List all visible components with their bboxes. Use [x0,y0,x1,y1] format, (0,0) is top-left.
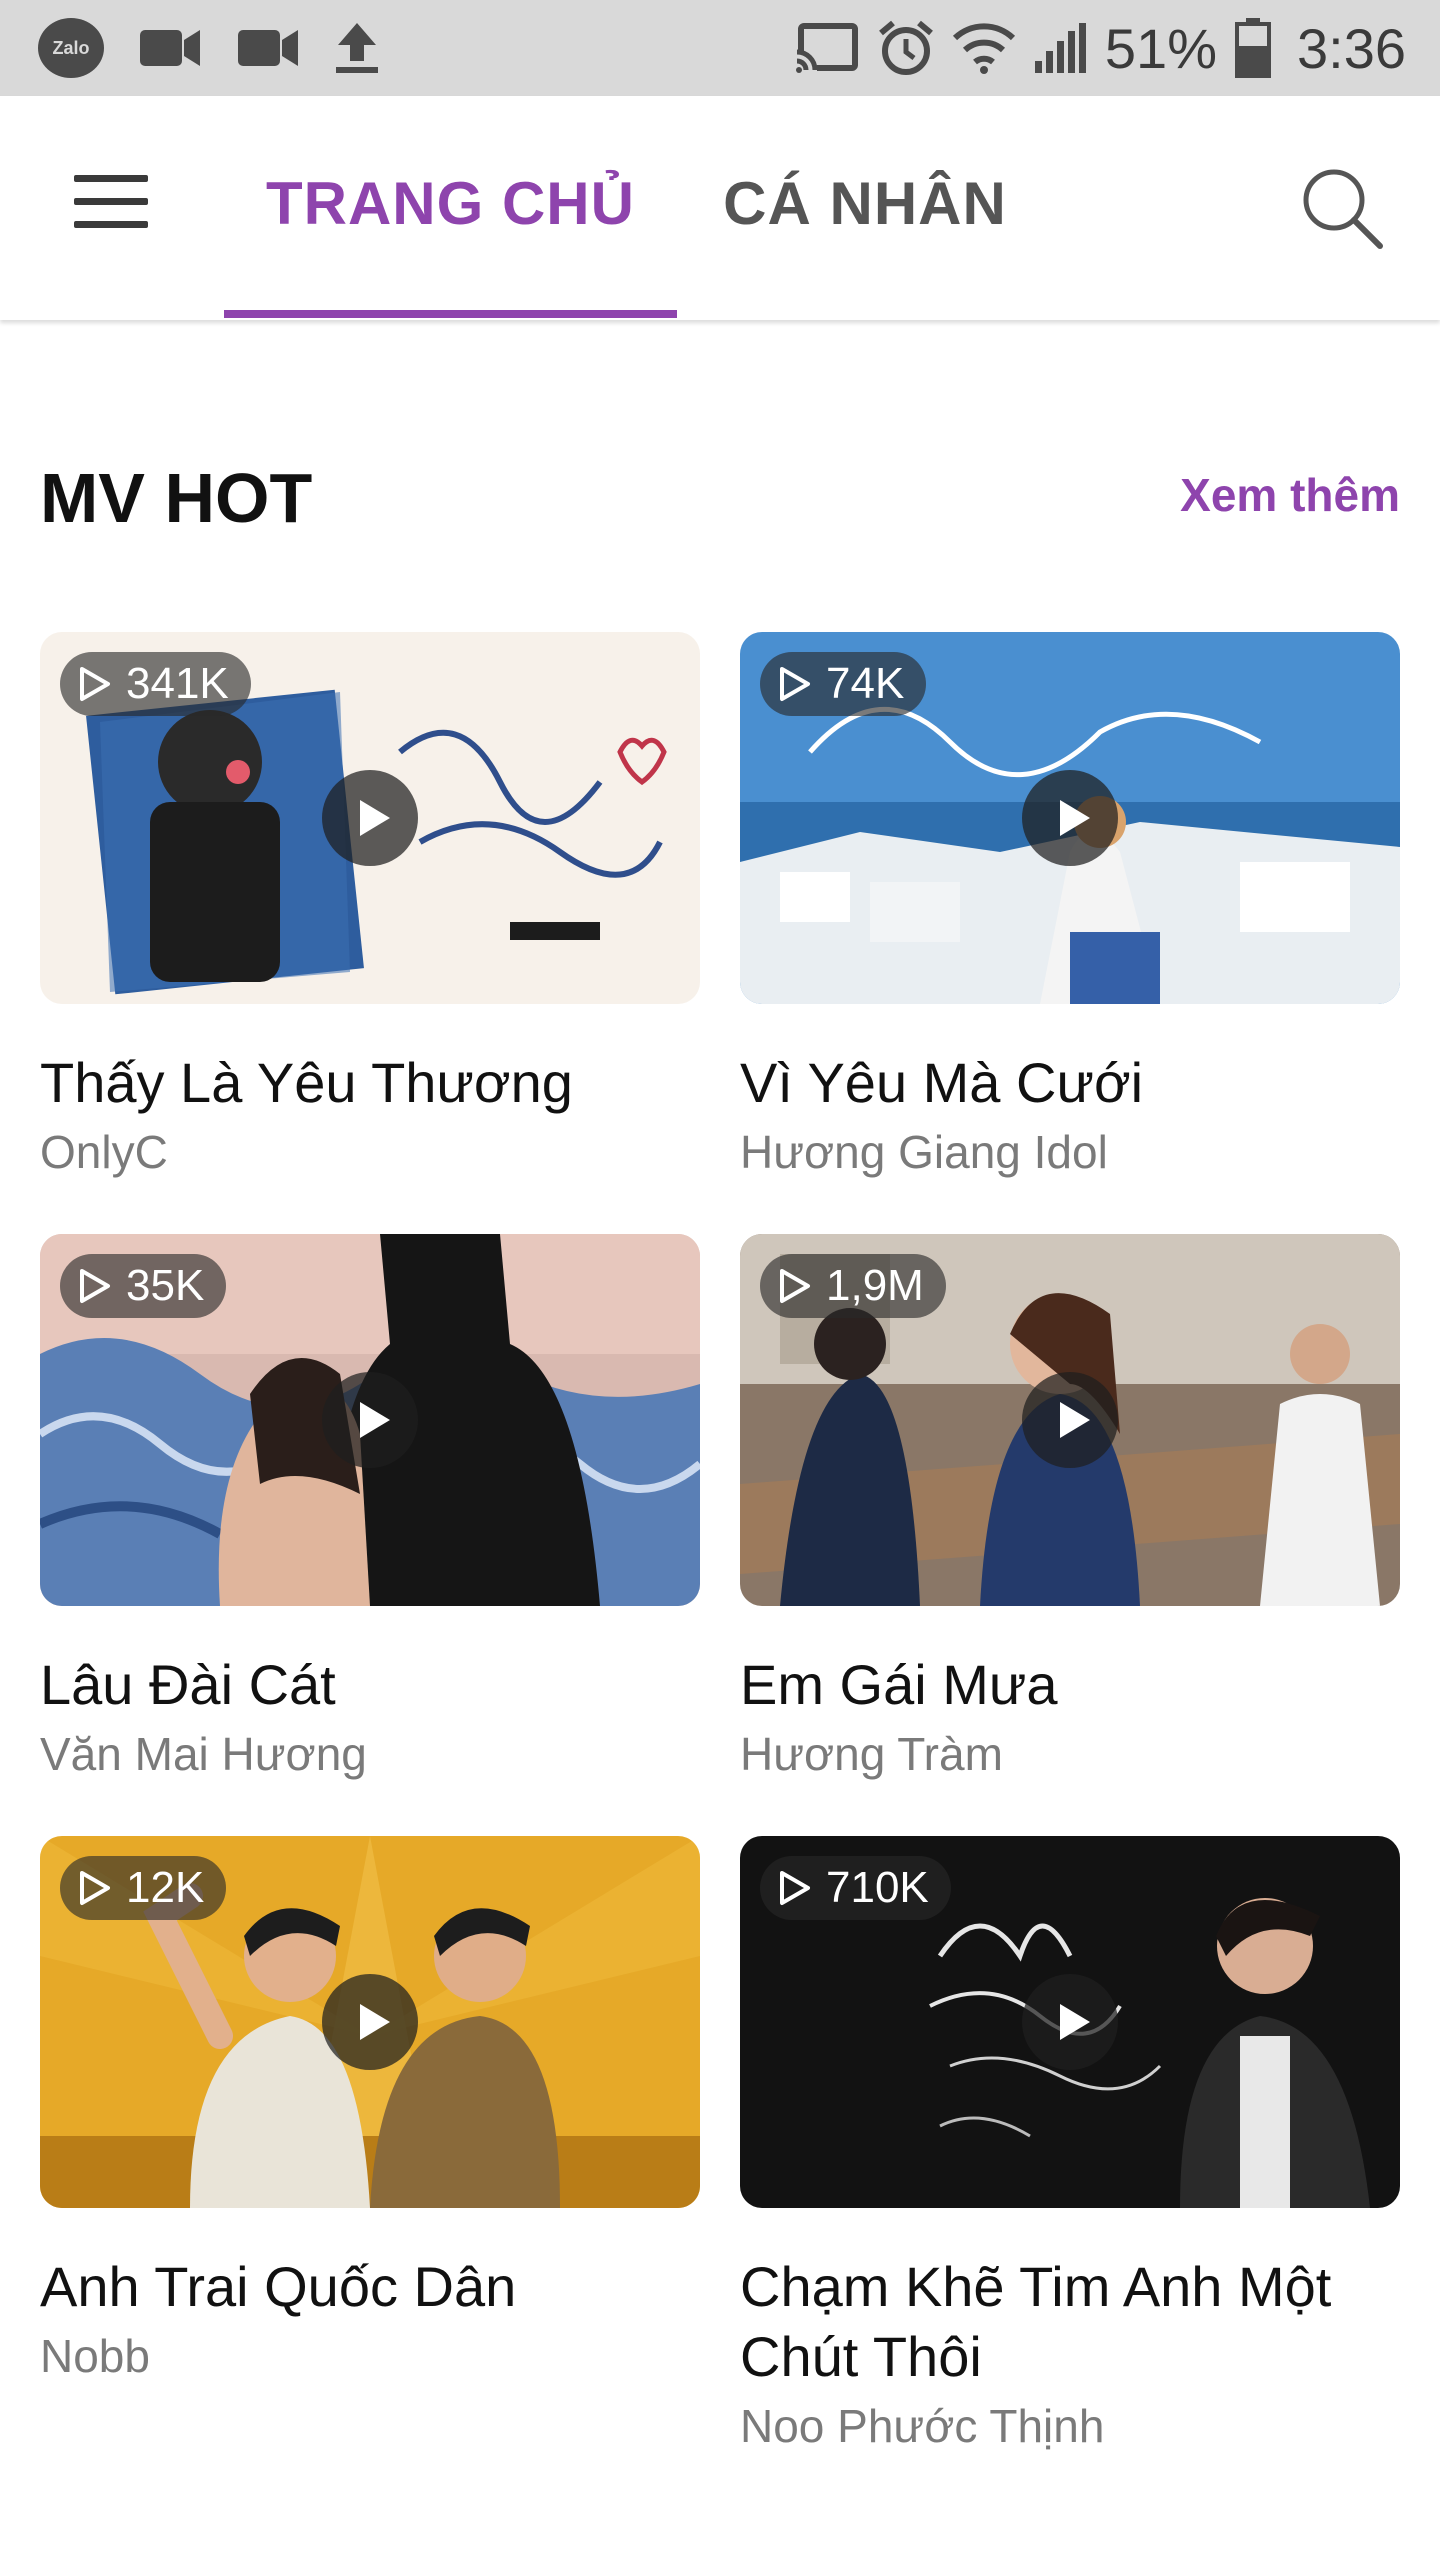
play-outline-icon [80,1871,110,1905]
view-count-badge: 74K [760,652,927,716]
play-icon [360,1402,390,1438]
upload-icon [336,23,378,73]
view-count: 74K [826,659,905,708]
play-button[interactable] [322,770,418,866]
mv-artist[interactable]: Nobb [40,2326,700,2386]
view-count-badge: 12K [60,1856,227,1920]
mv-title[interactable]: Chạm Khẽ Tim Anh Một Chút Thôi [740,2252,1400,2392]
status-right-icons: 51% 3:36 [794,14,1406,82]
tab-home[interactable]: TRANG CHỦ [224,148,677,258]
view-count: 341K [126,659,229,708]
hamburger-bar [74,197,148,205]
see-more-link[interactable]: Xem thêm [1180,468,1400,522]
play-button[interactable] [1022,1974,1118,2070]
play-icon [1060,2004,1090,2040]
hamburger-bar [74,220,148,228]
status-time: 3:36 [1297,16,1406,80]
play-button[interactable] [1022,770,1118,866]
mv-card[interactable]: 341K Thấy Là Yêu Thương OnlyC [40,632,700,1182]
mv-thumbnail[interactable]: 1,9M [740,1234,1400,1606]
signal-icon [1034,23,1086,73]
mv-artist[interactable]: OnlyC [40,1122,700,1182]
mv-thumbnail[interactable]: 35K [40,1234,700,1606]
play-outline-icon [780,667,810,701]
view-count-badge: 341K [60,652,251,716]
view-count-badge: 1,9M [760,1254,946,1318]
play-outline-icon [780,1871,810,1905]
zalo-app-icon: Zalo [38,18,104,78]
mv-card[interactable]: 74K Vì Yêu Mà Cưới Hương Giang Idol [740,632,1400,1182]
play-outline-icon [80,1269,110,1303]
tab-personal[interactable]: CÁ NHÂN [700,148,1030,258]
play-button[interactable] [1022,1372,1118,1468]
view-count: 1,9M [826,1261,924,1310]
battery-icon [1235,18,1271,78]
search-icon[interactable] [1296,162,1386,252]
mv-title[interactable]: Thấy Là Yêu Thương [40,1048,700,1118]
mv-card[interactable]: 35K Lâu Đài Cát Văn Mai Hương [40,1234,700,1784]
cast-icon [794,23,858,74]
status-bar: Zalo 51% 3:36 [0,0,1440,96]
hamburger-menu-icon [74,174,148,182]
mv-thumbnail[interactable]: 341K [40,632,700,1004]
menu-button[interactable] [56,156,166,246]
app-bar: TRANG CHỦ CÁ NHÂN [0,96,1440,320]
status-left-icons: Zalo [38,18,380,78]
video-camera-icon [140,30,200,66]
mv-title[interactable]: Lâu Đài Cát [40,1650,700,1720]
view-count-badge: 35K [60,1254,227,1318]
play-button[interactable] [322,1974,418,2070]
mv-artist[interactable]: Hương Giang Idol [740,1122,1400,1182]
alarm-icon [878,20,933,75]
view-count: 12K [126,1863,205,1912]
mv-title[interactable]: Anh Trai Quốc Dân [40,2252,700,2322]
mv-card[interactable]: 12K Anh Trai Quốc Dân Nobb [40,1836,700,2386]
mv-card[interactable]: 710K Chạm Khẽ Tim Anh Một Chút Thôi Noo … [740,1836,1400,2456]
view-count-badge: 710K [760,1856,951,1920]
play-outline-icon [780,1269,810,1303]
mv-thumbnail[interactable]: 74K [740,632,1400,1004]
mv-artist[interactable]: Văn Mai Hương [40,1724,700,1784]
mv-title[interactable]: Em Gái Mưa [740,1650,1400,1720]
play-icon [360,2004,390,2040]
play-icon [1060,1402,1090,1438]
video-camera-icon [238,30,298,66]
play-icon [1060,800,1090,836]
battery-percent: 51% [1104,16,1217,80]
mv-thumbnail[interactable]: 12K [40,1836,700,2208]
mv-title[interactable]: Vì Yêu Mà Cưới [740,1048,1400,1118]
mv-artist[interactable]: Noo Phước Thịnh [740,2396,1400,2456]
mv-thumbnail[interactable]: 710K [740,1836,1400,2208]
play-outline-icon [80,667,110,701]
play-button[interactable] [322,1372,418,1468]
mv-artist[interactable]: Hương Tràm [740,1724,1400,1784]
mv-card[interactable]: 1,9M Em Gái Mưa Hương Tràm [740,1234,1400,1784]
view-count: 710K [826,1863,929,1912]
section-title: MV HOT [40,459,313,537]
view-count: 35K [126,1261,205,1310]
play-icon [360,800,390,836]
active-tab-indicator [224,310,677,318]
wifi-icon [952,23,1015,74]
